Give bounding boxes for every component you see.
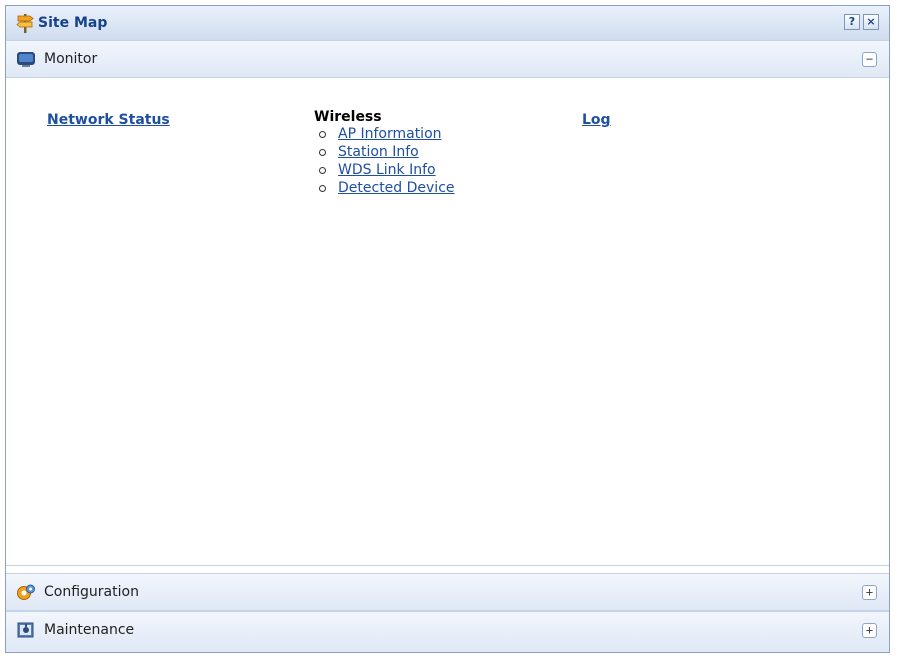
- monitor-section-label: Monitor: [44, 51, 98, 67]
- bullet-icon: [319, 131, 326, 138]
- maintenance-section-label: Maintenance: [44, 622, 135, 638]
- bullet-icon: [319, 149, 326, 156]
- expand-toggle[interactable]: +: [862, 585, 877, 600]
- wireless-link-list: AP Information Station Info WDS Link Inf…: [314, 125, 455, 197]
- log-column: Log: [582, 109, 611, 128]
- collapse-toggle[interactable]: −: [862, 52, 877, 67]
- maintenance-icon: [17, 622, 34, 638]
- window-titlebar: Site Map ? ×: [6, 6, 889, 41]
- network-status-link[interactable]: Network Status: [47, 112, 170, 128]
- configuration-section-header[interactable]: Configuration +: [6, 573, 889, 611]
- bullet-icon: [319, 185, 326, 192]
- station-info-link[interactable]: Station Info: [338, 144, 419, 160]
- close-button[interactable]: ×: [863, 14, 879, 30]
- wireless-column: Wireless AP Information Station Info WDS…: [314, 109, 455, 197]
- monitor-content: Network Status Wireless AP Information S…: [6, 78, 889, 566]
- window-title: Site Map: [38, 15, 108, 31]
- bullet-icon: [319, 167, 326, 174]
- expand-toggle[interactable]: +: [862, 623, 877, 638]
- maintenance-section-header[interactable]: Maintenance +: [6, 611, 889, 652]
- monitor-icon: [17, 52, 35, 67]
- ap-information-link[interactable]: AP Information: [338, 126, 442, 142]
- wds-link-info-link[interactable]: WDS Link Info: [338, 162, 436, 178]
- gears-icon: [17, 584, 35, 600]
- list-item: Detected Device: [314, 179, 455, 197]
- monitor-section-header[interactable]: Monitor −: [6, 40, 889, 78]
- list-item: Station Info: [314, 143, 455, 161]
- site-map-window: Site Map ? × Monitor − Network Status Wi…: [5, 5, 890, 653]
- wireless-heading: Wireless: [314, 109, 382, 125]
- network-status-column: Network Status: [47, 109, 170, 128]
- configuration-section-label: Configuration: [44, 584, 139, 600]
- log-link[interactable]: Log: [582, 112, 611, 128]
- help-button[interactable]: ?: [844, 14, 860, 30]
- signpost-icon: [16, 14, 34, 33]
- list-item: WDS Link Info: [314, 161, 455, 179]
- detected-device-link[interactable]: Detected Device: [338, 180, 455, 196]
- list-item: AP Information: [314, 125, 455, 143]
